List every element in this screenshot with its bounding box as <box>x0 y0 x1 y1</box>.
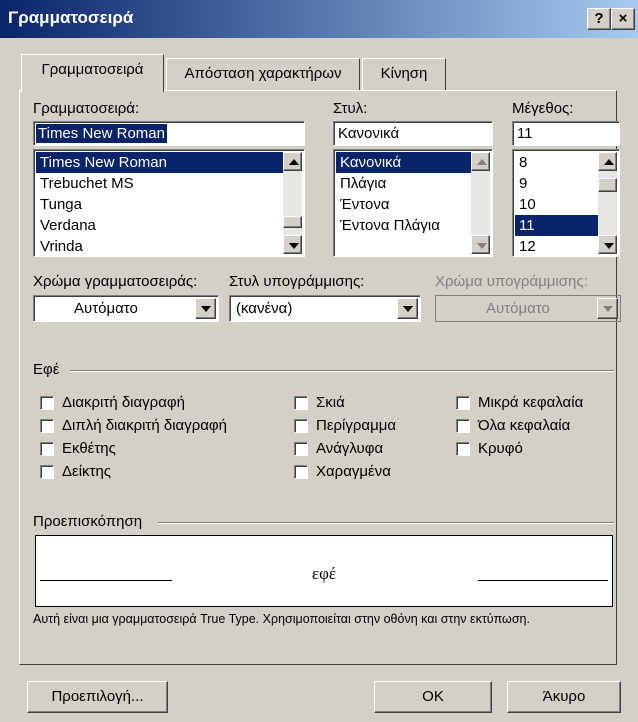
dropdown-button[interactable] <box>397 298 418 319</box>
all-caps-checkbox[interactable] <box>456 419 470 433</box>
title-bar: Γραμματοσειρά ? × <box>0 0 638 38</box>
scroll-thumb[interactable] <box>283 216 302 228</box>
arrow-up-icon <box>604 159 614 165</box>
chevron-down-icon <box>201 306 211 312</box>
effects-label: Εφέ <box>33 361 60 378</box>
list-item[interactable]: Κανονικά <box>336 152 471 173</box>
superscript-label: Εκθέτης <box>62 440 116 457</box>
all-caps-label: Όλα κεφαλαία <box>478 417 571 434</box>
window-title: Γραμματοσειρά <box>8 8 134 27</box>
small-caps-label: Μικρά κεφαλαία <box>478 394 584 411</box>
preview-divider <box>158 522 614 524</box>
arrow-down-icon <box>604 243 614 249</box>
superscript-checkbox[interactable] <box>40 442 54 456</box>
font-color-select[interactable]: Αυτόματο <box>33 295 219 322</box>
list-item[interactable]: Έντονα Πλάγια <box>336 215 471 236</box>
arrow-up-icon <box>289 159 299 165</box>
font-color-label: Χρώμα γραμματοσειράς: <box>33 273 198 290</box>
preview-sample: εφέ <box>311 564 337 583</box>
arrow-down-icon <box>289 243 299 249</box>
scroll-up-button[interactable] <box>283 152 302 171</box>
underline-style-label: Στυλ υπογράμμισης: <box>229 273 365 290</box>
size-list[interactable]: 8 9 10 11 12 <box>512 149 620 257</box>
emboss-checkbox[interactable] <box>294 442 308 456</box>
list-item[interactable]: 11 <box>515 215 598 236</box>
preview-label: Προεπισκόπηση <box>33 513 143 530</box>
dropdown-button <box>597 298 618 319</box>
style-list-scrollbar[interactable] <box>471 152 490 254</box>
preview-line-right <box>478 580 608 581</box>
font-label: Γραμματοσειρά: <box>33 100 140 117</box>
subscript-label: Δείκτης <box>62 463 112 480</box>
emboss-label: Ανάγλυφα <box>316 440 384 457</box>
cancel-button[interactable]: Άκυρο <box>507 681 621 713</box>
list-item[interactable]: Vrinda <box>36 236 283 256</box>
underline-style-select[interactable]: (κανένα) <box>229 295 421 322</box>
tab-animation[interactable]: Κίνηση <box>362 58 446 90</box>
preview-box: εφέ <box>35 535 613 607</box>
chevron-down-icon <box>603 306 613 312</box>
font-list[interactable]: Times New Roman Trebuchet MS Tunga Verda… <box>33 149 305 257</box>
scroll-down-button[interactable] <box>598 235 617 254</box>
list-item[interactable]: Times New Roman <box>36 152 283 173</box>
list-item[interactable]: Trebuchet MS <box>36 173 283 194</box>
help-button[interactable]: ? <box>587 8 611 30</box>
dropdown-button[interactable] <box>195 298 216 319</box>
scroll-up-button[interactable] <box>598 152 617 171</box>
scroll-down-button[interactable] <box>471 235 490 254</box>
ok-button[interactable]: OK <box>374 681 492 713</box>
outline-label: Περίγραμμα <box>316 417 397 434</box>
scroll-up-button[interactable] <box>471 152 490 171</box>
style-list[interactable]: Κανονικά Πλάγια Έντονα Έντονα Πλάγια <box>333 149 493 257</box>
engrave-label: Χαραγμένα <box>316 463 391 480</box>
size-list-scrollbar[interactable] <box>598 152 617 254</box>
list-item[interactable]: 12 <box>515 236 598 256</box>
list-item[interactable]: 10 <box>515 194 598 215</box>
small-caps-checkbox[interactable] <box>456 396 470 410</box>
arrow-up-icon <box>477 159 487 165</box>
engrave-checkbox[interactable] <box>294 465 308 479</box>
shadow-checkbox[interactable] <box>294 396 308 410</box>
default-button[interactable]: Προεπιλογή... <box>27 681 168 713</box>
outline-checkbox[interactable] <box>294 419 308 433</box>
double-strikethrough-label: Διπλή διακριτή διαγραφή <box>62 417 227 434</box>
effects-divider <box>70 370 614 372</box>
tab-character-spacing[interactable]: Απόσταση χαρακτήρων <box>166 58 360 90</box>
size-input[interactable]: 11 <box>512 121 620 146</box>
list-item[interactable]: 9 <box>515 173 598 194</box>
font-input-value: Times New Roman <box>36 124 167 143</box>
double-strikethrough-checkbox[interactable] <box>40 419 54 433</box>
list-item[interactable]: Verdana <box>36 215 283 236</box>
strikethrough-checkbox[interactable] <box>40 396 54 410</box>
subscript-checkbox[interactable] <box>40 465 54 479</box>
underline-color-label: Χρώμα υπογράμμισης: <box>435 273 588 290</box>
list-item[interactable]: Έντονα <box>336 194 471 215</box>
tab-font[interactable]: Γραμματοσειρά <box>21 54 164 92</box>
strikethrough-label: Διακριτή διαγραφή <box>62 394 185 411</box>
list-item[interactable]: Tunga <box>36 194 283 215</box>
list-item[interactable]: Πλάγια <box>336 173 471 194</box>
arrow-down-icon <box>477 243 487 249</box>
preview-note: Αυτή είναι μια γραμματοσειρά True Type. … <box>33 612 530 626</box>
hidden-checkbox[interactable] <box>456 442 470 456</box>
style-label: Στυλ: <box>333 100 368 117</box>
size-label: Μέγεθος: <box>512 100 574 117</box>
close-button[interactable]: × <box>611 8 635 30</box>
scroll-thumb[interactable] <box>598 178 617 192</box>
shadow-label: Σκιά <box>316 394 345 411</box>
scroll-down-button[interactable] <box>283 235 302 254</box>
list-item[interactable]: 8 <box>515 152 598 173</box>
chevron-down-icon <box>403 306 413 312</box>
style-input[interactable]: Κανονικά <box>333 121 493 146</box>
font-input[interactable]: Times New Roman <box>33 121 305 146</box>
underline-color-select: Αυτόματο <box>435 295 621 322</box>
hidden-label: Κρυφό <box>478 440 523 457</box>
font-list-scrollbar[interactable] <box>283 152 302 254</box>
